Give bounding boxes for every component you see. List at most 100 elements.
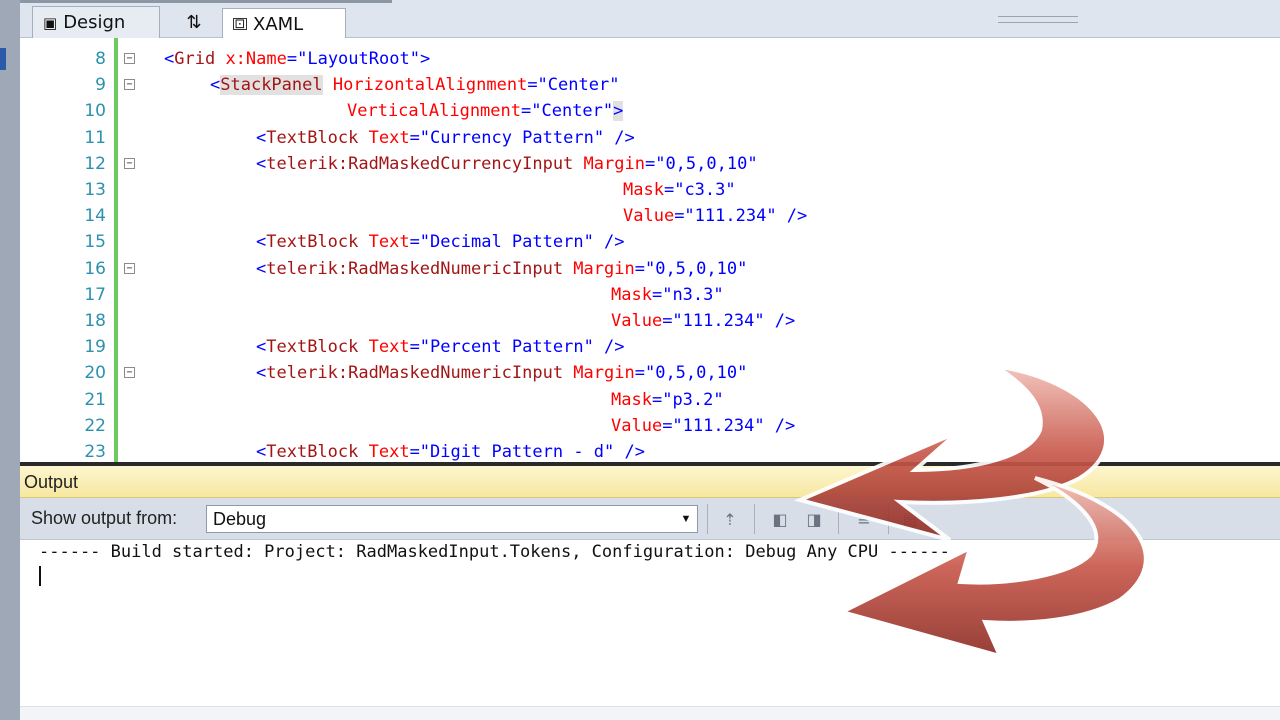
output-text-area[interactable]: ------ Build started: Project: RadMasked… bbox=[20, 540, 1280, 720]
line-number: 19 bbox=[84, 337, 106, 358]
toolbar-separator bbox=[754, 504, 755, 534]
code-line[interactable]: 12 − <telerik:RadMaskedCurrencyInput Margi… bbox=[20, 151, 1280, 177]
previous-message-icon[interactable]: ◧ bbox=[768, 507, 792, 531]
code-token: Text bbox=[358, 337, 410, 358]
code-line[interactable]: 20 − <telerik:RadMaskedNumericInput Margin… bbox=[20, 360, 1280, 386]
code-text: Mask="p3.2" bbox=[611, 387, 724, 413]
tab-bar-top-edge bbox=[20, 0, 392, 3]
swap-panes-icon: ⇅ bbox=[186, 11, 202, 33]
code-token: Grid bbox=[174, 49, 216, 69]
code-token: Decimal Pattern bbox=[430, 232, 584, 253]
code-line[interactable]: 16 − <telerik:RadMaskedNumericInput Margin… bbox=[20, 256, 1280, 282]
line-number: 13 bbox=[84, 180, 106, 200]
code-token: VerticalAlignment bbox=[347, 101, 521, 122]
next-message-icon[interactable]: ◨ bbox=[802, 507, 826, 531]
code-token: < bbox=[256, 363, 267, 384]
code-token: Center bbox=[547, 75, 610, 96]
output-source-select[interactable]: Debug ▼ bbox=[206, 505, 698, 533]
code-line[interactable]: 10 VerticalAlignment="Center"> bbox=[20, 98, 1280, 124]
code-token: Margin bbox=[563, 363, 635, 384]
code-token: =" bbox=[663, 180, 685, 200]
line-number: 11 bbox=[84, 127, 106, 148]
code-token: LayoutRoot bbox=[307, 49, 410, 69]
code-token: Margin bbox=[573, 153, 645, 174]
code-line[interactable]: 23 <TextBlock Text="Digit Pattern - d" /> bbox=[20, 439, 1280, 462]
code-token: =" bbox=[634, 258, 656, 279]
toolbar-separator bbox=[888, 504, 889, 534]
code-token: =" bbox=[662, 415, 683, 436]
code-token: " bbox=[602, 101, 614, 122]
word-wrap-icon[interactable]: ▤ bbox=[898, 507, 922, 531]
dropdown-arrow-icon[interactable]: ▼ bbox=[675, 506, 697, 532]
code-line[interactable]: 9 − <StackPanel HorizontalAlignment="Cente… bbox=[20, 72, 1280, 98]
code-token: TextBlock bbox=[266, 127, 359, 148]
code-text: Value="111.234" /> bbox=[623, 203, 807, 229]
output-bottom-scrollbar[interactable] bbox=[20, 706, 1280, 720]
code-text: <TextBlock Text="Percent Pattern" /> bbox=[256, 334, 625, 360]
tab-design[interactable]: ▣ Design bbox=[32, 6, 160, 38]
code-token: Currency Pattern bbox=[430, 127, 594, 148]
code-text: <telerik:RadMaskedCurrencyInput Margin="… bbox=[256, 151, 758, 177]
xaml-editor[interactable]: 8− <Grid x:Name="LayoutRoot"> 9− <StackPane… bbox=[20, 38, 1280, 462]
fold-toggle-icon[interactable]: − bbox=[124, 262, 135, 274]
line-number: 15 bbox=[84, 232, 106, 253]
swap-panes-button[interactable]: ⇅ bbox=[166, 6, 222, 38]
toolbox-tab-marker[interactable] bbox=[0, 48, 6, 70]
code-token: " bbox=[725, 180, 736, 200]
output-toolbar: Show output from: Debug ▼ ⇡ ◧ ◨ ≡ ▤ bbox=[20, 498, 1280, 540]
code-line[interactable]: 13 Mask="c3.3" bbox=[20, 177, 1280, 203]
tab-xaml-label: XAML bbox=[253, 13, 304, 35]
show-output-from-label: Show output from: bbox=[31, 508, 178, 528]
code-token: " bbox=[609, 75, 620, 96]
code-token: Margin bbox=[563, 258, 635, 279]
code-line[interactable]: 15 <TextBlock Text="Decimal Pattern" /> bbox=[20, 229, 1280, 255]
code-token: Text bbox=[358, 232, 410, 253]
design-view-icon: ▣ bbox=[43, 13, 58, 32]
fold-toggle-icon[interactable]: − bbox=[124, 157, 135, 169]
code-text: <telerik:RadMaskedNumericInput Margin="0… bbox=[256, 360, 747, 386]
line-number: 16 bbox=[84, 258, 106, 279]
tab-xaml[interactable]: ⊡ XAML bbox=[222, 8, 346, 39]
toolbar-separator bbox=[838, 504, 839, 534]
code-line[interactable]: 14 Value="111.234" /> bbox=[20, 203, 1280, 229]
line-number: 18 bbox=[84, 311, 106, 331]
clear-all-icon[interactable]: ≡ bbox=[852, 507, 876, 531]
code-token: =" bbox=[651, 284, 673, 305]
code-line[interactable]: 11 <TextBlock Text="Currency Pattern" /> bbox=[20, 125, 1280, 151]
code-token: telerik:RadMaskedCurrencyInput bbox=[266, 153, 574, 174]
code-token: < bbox=[256, 232, 267, 253]
goto-location-icon[interactable]: ⇡ bbox=[718, 507, 742, 531]
code-token: =" bbox=[634, 363, 656, 384]
code-token: Text bbox=[358, 127, 410, 148]
code-token: < bbox=[256, 258, 267, 279]
code-token: Center bbox=[541, 101, 603, 122]
splitter-grip-icon[interactable] bbox=[998, 16, 1078, 23]
code-token: Text bbox=[358, 442, 410, 462]
code-token: < bbox=[256, 442, 267, 462]
code-token: " /> bbox=[593, 127, 635, 148]
line-number: 17 bbox=[84, 284, 106, 305]
text-caret bbox=[39, 566, 41, 586]
code-line[interactable]: 22 Value="111.234" /> bbox=[20, 413, 1280, 439]
toolbar-separator bbox=[707, 504, 708, 534]
code-line[interactable]: 18 Value="111.234" /> bbox=[20, 308, 1280, 334]
code-token: =" bbox=[409, 337, 431, 358]
fold-toggle-icon[interactable]: − bbox=[124, 79, 135, 91]
output-panel-title: Output bbox=[20, 466, 1280, 498]
code-token: < bbox=[256, 127, 267, 148]
fold-toggle-icon[interactable]: − bbox=[124, 367, 135, 379]
code-token: 111.234 bbox=[682, 415, 755, 436]
code-text: Value="111.234" /> bbox=[611, 413, 795, 439]
code-line[interactable]: 17 Mask="n3.3" bbox=[20, 282, 1280, 308]
code-token: StackPanel bbox=[220, 75, 323, 96]
fold-toggle-icon[interactable]: − bbox=[124, 53, 135, 64]
line-number: 21 bbox=[84, 389, 106, 410]
code-line[interactable]: 19 <TextBlock Text="Percent Pattern" /> bbox=[20, 334, 1280, 360]
code-line[interactable]: 21 Mask="p3.2" bbox=[20, 387, 1280, 413]
code-text: <telerik:RadMaskedNumericInput Margin="0… bbox=[256, 256, 747, 282]
code-line[interactable]: 8 − <Grid x:Name="LayoutRoot"> bbox=[20, 46, 1280, 72]
line-number: 12 bbox=[84, 153, 106, 174]
code-token: " /> bbox=[754, 415, 796, 436]
code-text: <TextBlock Text="Digit Pattern - d" /> bbox=[256, 439, 645, 462]
code-text: <StackPanel HorizontalAlignment="Center" bbox=[210, 72, 619, 98]
